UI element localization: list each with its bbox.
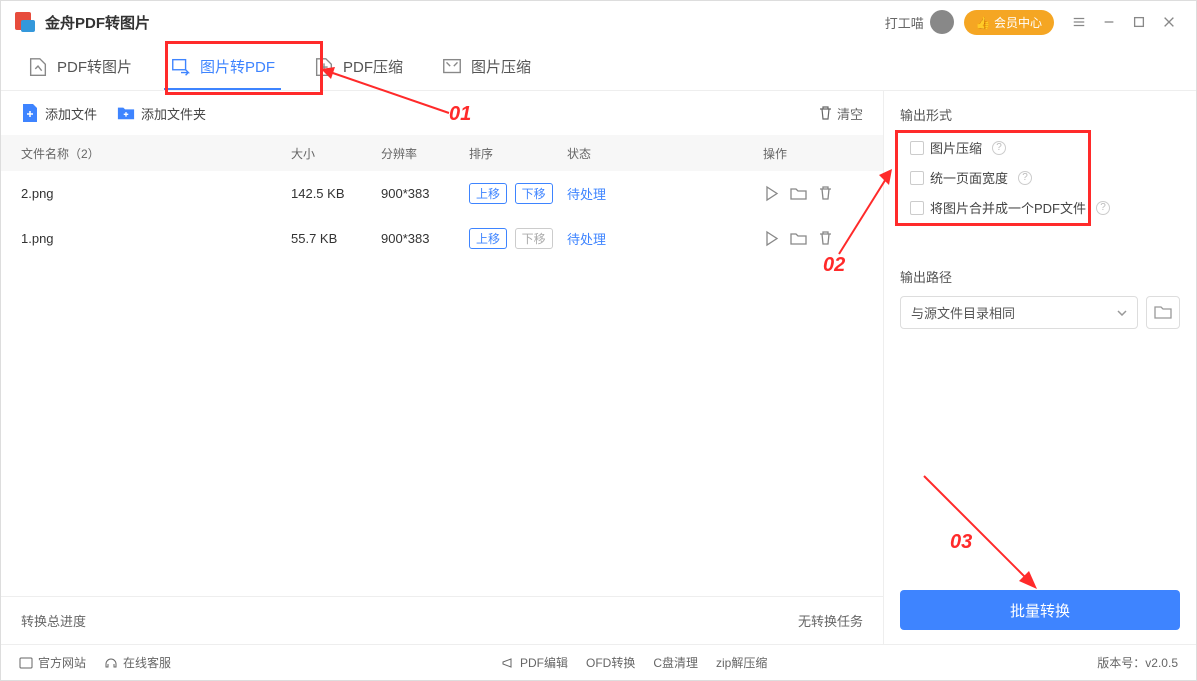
maximize-icon[interactable] [1124,7,1154,37]
option-unify-width[interactable]: 统一页面宽度 ? [910,168,1170,187]
official-site-link[interactable]: 官方网站 [19,654,86,671]
help-icon[interactable]: ? [1018,171,1032,185]
move-up-button[interactable]: 上移 [469,183,507,204]
member-center-button[interactable]: 👍 会员中心 [964,10,1054,35]
cell-resolution: 900*383 [381,186,469,201]
help-icon[interactable]: ? [992,141,1006,155]
option-compress[interactable]: 图片压缩 ? [910,138,1170,157]
checkbox-icon[interactable] [910,171,924,185]
clear-button[interactable]: 清空 [818,104,863,123]
tab-pdf-compress[interactable]: PDF压缩 [307,44,409,90]
user-name-label: 打工喵 [885,13,924,32]
zip-link[interactable]: zip解压缩 [716,654,767,671]
play-icon[interactable] [763,185,780,202]
table-row: 1.png 55.7 KB 900*383 上移 下移 待处理 [1,216,883,261]
tab-pdf-to-image[interactable]: PDF转图片 [21,44,138,90]
globe-icon [19,656,33,670]
add-file-icon [21,103,39,123]
title-bar: 金舟PDF转图片 打工喵 👍 会员中心 [1,1,1196,43]
folder-icon[interactable] [790,230,807,247]
cell-name: 1.png [21,231,291,246]
browse-folder-button[interactable] [1146,296,1180,329]
table-row: 2.png 142.5 KB 900*383 上移 下移 待处理 [1,171,883,216]
app-title: 金舟PDF转图片 [45,12,150,33]
move-up-button[interactable]: 上移 [469,228,507,249]
progress-label: 转换总进度 [21,611,86,630]
pdf-to-image-icon [27,56,49,78]
c-clean-link[interactable]: C盘清理 [653,654,698,671]
progress-status: 无转换任务 [798,611,863,630]
cell-size: 142.5 KB [291,186,381,201]
col-status-header: 状态 [567,145,763,162]
image-to-pdf-icon [170,56,192,78]
pdf-edit-link[interactable]: PDF编辑 [501,654,568,671]
add-folder-button[interactable]: 添加文件夹 [117,103,206,123]
batch-convert-button[interactable]: 批量转换 [900,590,1180,630]
cell-size: 55.7 KB [291,231,381,246]
output-format-title: 输出形式 [900,105,1180,124]
add-folder-icon [117,103,135,123]
col-sort-header: 排序 [469,145,567,162]
play-icon[interactable] [763,230,780,247]
output-path-title: 输出路径 [900,267,1180,286]
checkbox-icon[interactable] [910,201,924,215]
tab-image-to-pdf[interactable]: 图片转PDF [164,44,281,90]
add-file-button[interactable]: 添加文件 [21,103,97,123]
user-avatar-icon[interactable] [930,10,954,34]
cell-name: 2.png [21,186,291,201]
megaphone-icon [501,656,515,670]
image-compress-icon [441,56,463,78]
help-icon[interactable]: ? [1096,201,1110,215]
folder-icon[interactable] [790,185,807,202]
col-ops-header: 操作 [763,145,863,162]
checkbox-icon[interactable] [910,141,924,155]
main-tabs: PDF转图片 图片转PDF PDF压缩 图片压缩 [1,43,1196,91]
cell-resolution: 900*383 [381,231,469,246]
folder-icon [1154,305,1172,320]
chevron-down-icon [1117,310,1127,316]
cell-status: 待处理 [567,184,763,203]
output-path-combo[interactable]: 与源文件目录相同 [900,296,1138,329]
customer-service-link[interactable]: 在线客服 [104,654,171,671]
trash-icon[interactable] [817,185,834,202]
file-toolbar: 添加文件 添加文件夹 清空 [1,91,883,135]
cell-status: 待处理 [567,229,763,248]
trash-icon[interactable] [817,230,834,247]
col-size-header: 大小 [291,145,381,162]
hamburger-menu-icon[interactable] [1064,7,1094,37]
table-header: 文件名称（2） 大小 分辨率 排序 状态 操作 [1,135,883,171]
col-name-header: 文件名称（2） [21,145,291,162]
thumb-up-icon: 👍 [976,16,994,30]
app-logo-icon [13,10,37,34]
trash-icon [818,105,833,121]
headset-icon [104,656,118,670]
close-icon[interactable] [1154,7,1184,37]
move-down-button[interactable]: 下移 [515,183,553,204]
ofd-convert-link[interactable]: OFD转换 [586,654,635,671]
move-down-button: 下移 [515,228,553,249]
progress-bar: 转换总进度 无转换任务 [1,596,883,644]
version-label: 版本号：v2.0.5 [1097,654,1178,671]
footer: 官方网站 在线客服 PDF编辑 OFD转换 C盘清理 zip解压缩 版本号：v2… [1,644,1196,680]
minimize-icon[interactable] [1094,7,1124,37]
option-merge-pdf[interactable]: 将图片合并成一个PDF文件 ? [910,198,1170,217]
pdf-compress-icon [313,56,335,78]
output-options: 图片压缩 ? 统一页面宽度 ? 将图片合并成一个PDF文件 ? [900,134,1180,221]
tab-image-compress[interactable]: 图片压缩 [435,44,537,90]
col-res-header: 分辨率 [381,145,469,162]
